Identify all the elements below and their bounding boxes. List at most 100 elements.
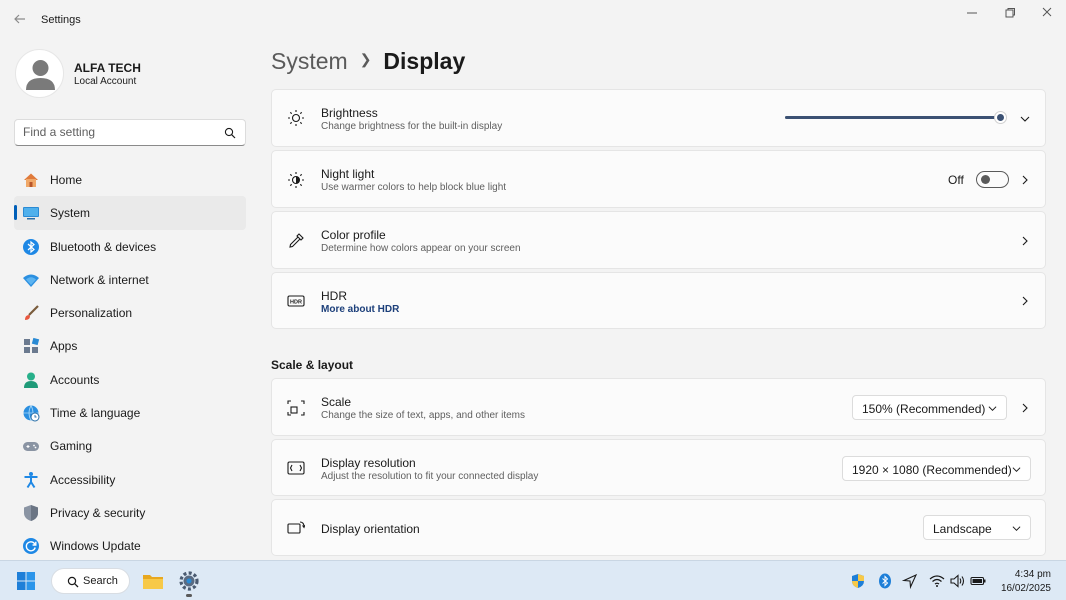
chevron-right-icon[interactable]	[1020, 296, 1030, 306]
chevron-right-icon[interactable]	[1020, 236, 1030, 246]
chevron-right-icon[interactable]	[1020, 403, 1030, 413]
sidebar-item-personalization[interactable]: Personalization	[14, 296, 246, 329]
resolution-value: 1920 × 1080 (Recommended)	[852, 463, 1012, 477]
sidebar-item-system[interactable]: System	[14, 196, 246, 230]
svg-text:HDR: HDR	[290, 300, 302, 306]
night-light-card[interactable]: Night light Use warmer colors to help bl…	[271, 150, 1046, 208]
settings-search[interactable]	[14, 119, 246, 146]
clock-date: 16/02/2025	[1000, 583, 1051, 594]
wifi-icon	[23, 274, 39, 287]
orientation-icon	[287, 521, 305, 534]
night-light-icon	[288, 172, 304, 188]
back-arrow-icon[interactable]	[12, 11, 28, 27]
search-icon[interactable]	[224, 127, 236, 139]
globe-clock-icon	[23, 405, 40, 422]
orientation-value: Landscape	[933, 522, 992, 536]
scale-value: 150% (Recommended)	[862, 402, 986, 416]
windows-start-icon[interactable]	[16, 571, 36, 591]
display-resolution-subtitle: Adjust the resolution to fit your connec…	[321, 471, 539, 482]
title-bar: Settings	[0, 0, 1066, 40]
avatar	[15, 49, 64, 98]
brush-icon	[25, 305, 39, 321]
page-title: Display	[383, 48, 466, 74]
home-icon	[24, 173, 38, 187]
chevron-down-icon	[1012, 526, 1021, 532]
gamepad-icon	[23, 442, 39, 452]
security-shield-icon[interactable]	[850, 573, 866, 589]
orientation-dropdown[interactable]: Landscape	[923, 515, 1031, 540]
hdr-title: HDR	[321, 289, 347, 303]
bluetooth-tray-icon[interactable]	[877, 573, 893, 589]
profile-name: ALFA TECH	[74, 61, 141, 75]
color-profile-subtitle: Determine how colors appear on your scre…	[321, 243, 521, 254]
sidebar-item-accounts[interactable]: Accounts	[14, 363, 246, 396]
chevron-down-icon	[988, 406, 997, 412]
brightness-card: Brightness Change brightness for the bui…	[271, 89, 1046, 147]
active-app-indicator	[186, 594, 192, 597]
user-profile[interactable]: ALFA TECH Local Account	[15, 49, 245, 99]
restore-icon[interactable]	[1000, 5, 1020, 21]
chevron-down-icon	[1012, 467, 1021, 473]
sun-icon	[288, 110, 304, 126]
scale-subtitle: Change the size of text, apps, and other…	[321, 410, 526, 421]
brightness-subtitle: Change brightness for the built-in displ…	[321, 121, 503, 132]
breadcrumb-parent[interactable]: System	[271, 48, 348, 74]
default-user-icon	[26, 60, 55, 90]
taskbar-search[interactable]: Search	[51, 568, 130, 594]
wifi-tray-icon[interactable]	[929, 573, 945, 589]
sidebar-item-network[interactable]: Network & internet	[14, 263, 246, 296]
sidebar-item-privacy[interactable]: Privacy & security	[14, 496, 246, 529]
sidebar-item-home[interactable]: Home	[14, 163, 246, 196]
color-profile-title: Color profile	[321, 228, 386, 242]
shield-icon	[24, 504, 38, 521]
scale-card: Scale Change the size of text, apps, and…	[271, 378, 1046, 436]
brightness-slider[interactable]	[785, 111, 1007, 124]
taskbar-search-label: Search	[83, 575, 118, 587]
accessibility-icon	[24, 471, 38, 488]
section-heading-scale-layout: Scale & layout	[271, 358, 354, 372]
breadcrumb-chevron-icon: ❯	[359, 51, 372, 68]
close-icon[interactable]	[1038, 5, 1058, 21]
scale-dropdown[interactable]: 150% (Recommended)	[852, 395, 1007, 420]
settings-gear-icon[interactable]	[178, 570, 200, 592]
clock[interactable]: 4:34 pm 16/02/2025	[997, 568, 1051, 596]
scale-title: Scale	[321, 395, 352, 409]
sidebar-item-accessibility[interactable]: Accessibility	[14, 463, 246, 496]
sidebar-item-windows-update[interactable]: Windows Update	[14, 529, 246, 562]
apps-icon	[24, 338, 40, 354]
toggle-knob	[981, 175, 990, 184]
sidebar-item-apps[interactable]: Apps	[14, 329, 246, 362]
chevron-down-icon[interactable]	[1020, 114, 1030, 124]
sidebar-item-gaming[interactable]: Gaming	[14, 429, 246, 462]
eyedropper-icon	[289, 233, 304, 248]
profile-account-type: Local Account	[74, 76, 137, 87]
battery-icon[interactable]	[970, 573, 986, 589]
color-profile-card[interactable]: Color profile Determine how colors appea…	[271, 211, 1046, 269]
clock-time: 4:34 pm	[1014, 569, 1051, 580]
active-indicator	[14, 205, 17, 221]
scale-icon	[287, 400, 305, 416]
hdr-card[interactable]: HDR HDR More about HDR	[271, 272, 1046, 329]
display-resolution-title: Display resolution	[321, 456, 416, 470]
display-orientation-card: Display orientation Landscape	[271, 499, 1046, 556]
bluetooth-icon	[23, 238, 39, 255]
sidebar-item-time-language[interactable]: Time & language	[14, 396, 246, 429]
search-icon	[67, 576, 79, 588]
minimize-icon[interactable]	[962, 5, 982, 21]
night-light-state: Off	[948, 173, 964, 187]
sidebar-item-bluetooth[interactable]: Bluetooth & devices	[14, 230, 246, 263]
file-explorer-icon[interactable]	[142, 570, 164, 592]
resolution-dropdown[interactable]: 1920 × 1080 (Recommended)	[842, 456, 1031, 481]
more-about-hdr-link[interactable]: More about HDR	[321, 304, 399, 315]
display-orientation-title: Display orientation	[321, 522, 420, 536]
window-title: Settings	[41, 14, 81, 26]
search-input[interactable]	[23, 125, 213, 139]
chevron-right-icon[interactable]	[1020, 175, 1030, 185]
location-icon[interactable]	[902, 573, 918, 589]
system-monitor-icon	[23, 207, 39, 220]
night-light-subtitle: Use warmer colors to help block blue lig…	[321, 182, 507, 193]
volume-icon[interactable]	[949, 573, 965, 589]
slider-thumb[interactable]	[994, 111, 1007, 124]
update-icon	[23, 538, 39, 555]
night-light-toggle[interactable]	[976, 171, 1009, 188]
